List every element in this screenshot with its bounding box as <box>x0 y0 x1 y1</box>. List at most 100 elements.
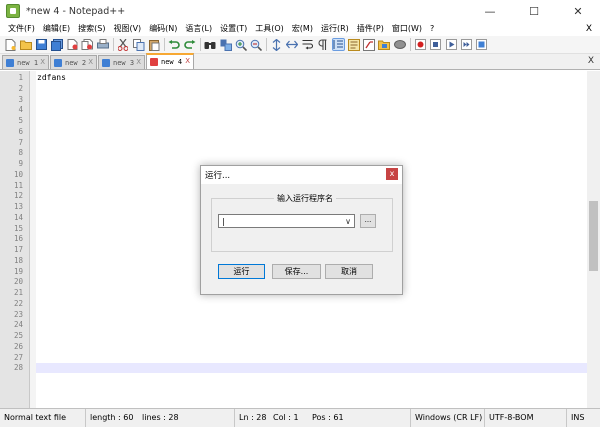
menu-window[interactable]: 窗口(W) <box>388 22 426 36</box>
line-number-gutter: 1 2 3 4 5 6 7 8 9 10 11 12 13 14 15 16 17 18 19 20 21 22 23 24 2… <box>0 71 30 408</box>
menu-run[interactable]: 运行(R) <box>317 22 353 36</box>
menu-language[interactable]: 语言(L) <box>181 22 216 36</box>
menu-search[interactable]: 搜索(S) <box>74 22 109 36</box>
group-label: 输入运行程序名 <box>274 193 336 204</box>
tab-label: new 2 <box>65 58 87 67</box>
tab-new-2[interactable]: new 2 X <box>50 55 97 69</box>
dialog-close-button[interactable]: x <box>386 168 398 180</box>
line-number: 18 <box>13 255 23 265</box>
redo-icon[interactable] <box>183 38 196 51</box>
stop-macro-icon[interactable] <box>429 38 442 51</box>
tab-new-4[interactable]: new 4 X <box>146 53 194 69</box>
chevron-down-icon[interactable]: ∨ <box>345 215 351 228</box>
save-icon[interactable] <box>35 38 48 51</box>
cut-icon[interactable] <box>117 38 130 51</box>
browse-button[interactable]: ... <box>360 214 376 228</box>
program-path-input[interactable]: | <box>222 216 225 227</box>
minimize-button[interactable]: — <box>468 0 512 22</box>
show-all-chars-icon[interactable] <box>316 38 329 51</box>
menu-help[interactable]: ? <box>426 22 438 36</box>
tab-close-icon[interactable]: X <box>136 58 141 66</box>
run-macro-multiple-icon[interactable] <box>460 38 473 51</box>
toolbar-separator <box>409 38 411 51</box>
paste-icon[interactable] <box>148 38 161 51</box>
play-macro-icon[interactable] <box>445 38 458 51</box>
save-all-icon[interactable] <box>50 38 63 51</box>
close-window-button[interactable]: ✕ <box>556 0 600 22</box>
menu-edit[interactable]: 编辑(E) <box>39 22 74 36</box>
menu-settings[interactable]: 设置(T) <box>216 22 251 36</box>
vertical-scrollbar[interactable] <box>587 71 600 408</box>
indent-guide-icon[interactable] <box>331 38 345 51</box>
undo-icon[interactable] <box>168 38 181 51</box>
status-col: Col : 1 <box>273 413 299 422</box>
tab-close-icon[interactable]: X <box>185 57 190 65</box>
close-current-tab-button[interactable]: X <box>588 56 594 66</box>
maximize-button[interactable]: ☐ <box>512 0 556 22</box>
close-icon[interactable] <box>66 38 79 51</box>
menu-plugins[interactable]: 插件(P) <box>353 22 388 36</box>
scrollbar-thumb[interactable] <box>589 201 598 271</box>
monitoring-icon[interactable] <box>393 38 406 51</box>
menu-encoding[interactable]: 编码(N) <box>145 22 181 36</box>
status-encoding: UTF-8-BOM <box>484 409 533 427</box>
replace-icon[interactable] <box>219 38 232 51</box>
new-file-icon[interactable] <box>4 38 17 51</box>
word-wrap-icon[interactable] <box>301 38 314 51</box>
line-number: 23 <box>13 309 23 319</box>
run-button[interactable]: 运行 <box>218 264 265 279</box>
cancel-button[interactable]: 取消 <box>325 264 373 279</box>
status-lines: lines : 28 <box>142 413 179 422</box>
find-icon[interactable] <box>204 38 217 51</box>
zoom-out-icon[interactable] <box>250 38 263 51</box>
status-bar: Normal text file length : 60 lines : 28 … <box>0 408 600 427</box>
menu-tools[interactable]: 工具(O) <box>251 22 288 36</box>
toolbar-separator <box>163 38 165 51</box>
code-line[interactable]: zdfans <box>37 73 66 83</box>
line-number: 14 <box>13 212 23 222</box>
doc-map-icon[interactable] <box>347 38 360 51</box>
program-path-combobox[interactable]: | ∨ <box>218 214 355 228</box>
tab-label: new 4 <box>161 58 183 66</box>
function-list-icon[interactable] <box>363 38 376 51</box>
status-file-type: Normal text file <box>4 413 67 422</box>
print-icon[interactable] <box>96 38 109 51</box>
tab-label: new 3 <box>113 58 135 67</box>
dialog-title: 运行... <box>205 171 231 181</box>
save-button[interactable]: 保存... <box>272 264 321 279</box>
record-macro-icon[interactable] <box>414 38 427 51</box>
menu-bar: 文件(F) 编辑(E) 搜索(S) 视图(V) 编码(N) 语言(L) 设置(T… <box>0 22 600 36</box>
open-file-icon[interactable] <box>19 38 32 51</box>
close-all-icon[interactable] <box>81 38 94 51</box>
line-number: 8 <box>18 148 23 158</box>
menu-view[interactable]: 视图(V) <box>109 22 145 36</box>
menu-file[interactable]: 文件(F) <box>4 22 39 36</box>
line-number: 15 <box>13 223 23 233</box>
toolbar-separator <box>112 38 114 51</box>
status-length: length : 60 <box>85 409 133 427</box>
tab-close-icon[interactable]: X <box>88 58 93 66</box>
line-number: 12 <box>13 191 23 201</box>
line-number: 28 <box>13 363 23 373</box>
window-title: *new 4 - Notepad++ <box>26 5 126 17</box>
menu-close-doc-button[interactable]: X <box>586 22 592 36</box>
sync-vertical-icon[interactable] <box>270 38 283 51</box>
tab-close-icon[interactable]: X <box>40 58 45 66</box>
toolbar-separator <box>266 38 268 51</box>
save-macro-icon[interactable] <box>475 38 488 51</box>
tab-new-1[interactable]: new 1 X <box>2 55 49 69</box>
menu-macro[interactable]: 宏(M) <box>288 22 317 36</box>
saved-file-icon <box>54 58 62 67</box>
tab-new-3[interactable]: new 3 X <box>98 55 145 69</box>
line-number: 10 <box>13 169 23 179</box>
line-number: 1 <box>18 73 23 82</box>
line-number: 19 <box>13 266 23 276</box>
line-number: 25 <box>13 331 23 340</box>
saved-file-icon <box>6 58 14 67</box>
zoom-in-icon[interactable] <box>234 38 247 51</box>
folder-workspace-icon[interactable] <box>378 38 391 51</box>
saved-file-icon <box>102 58 110 67</box>
copy-icon[interactable] <box>132 38 145 51</box>
sync-horizontal-icon[interactable] <box>286 38 299 51</box>
program-name-group: 输入运行程序名 | ∨ ... <box>211 193 393 252</box>
